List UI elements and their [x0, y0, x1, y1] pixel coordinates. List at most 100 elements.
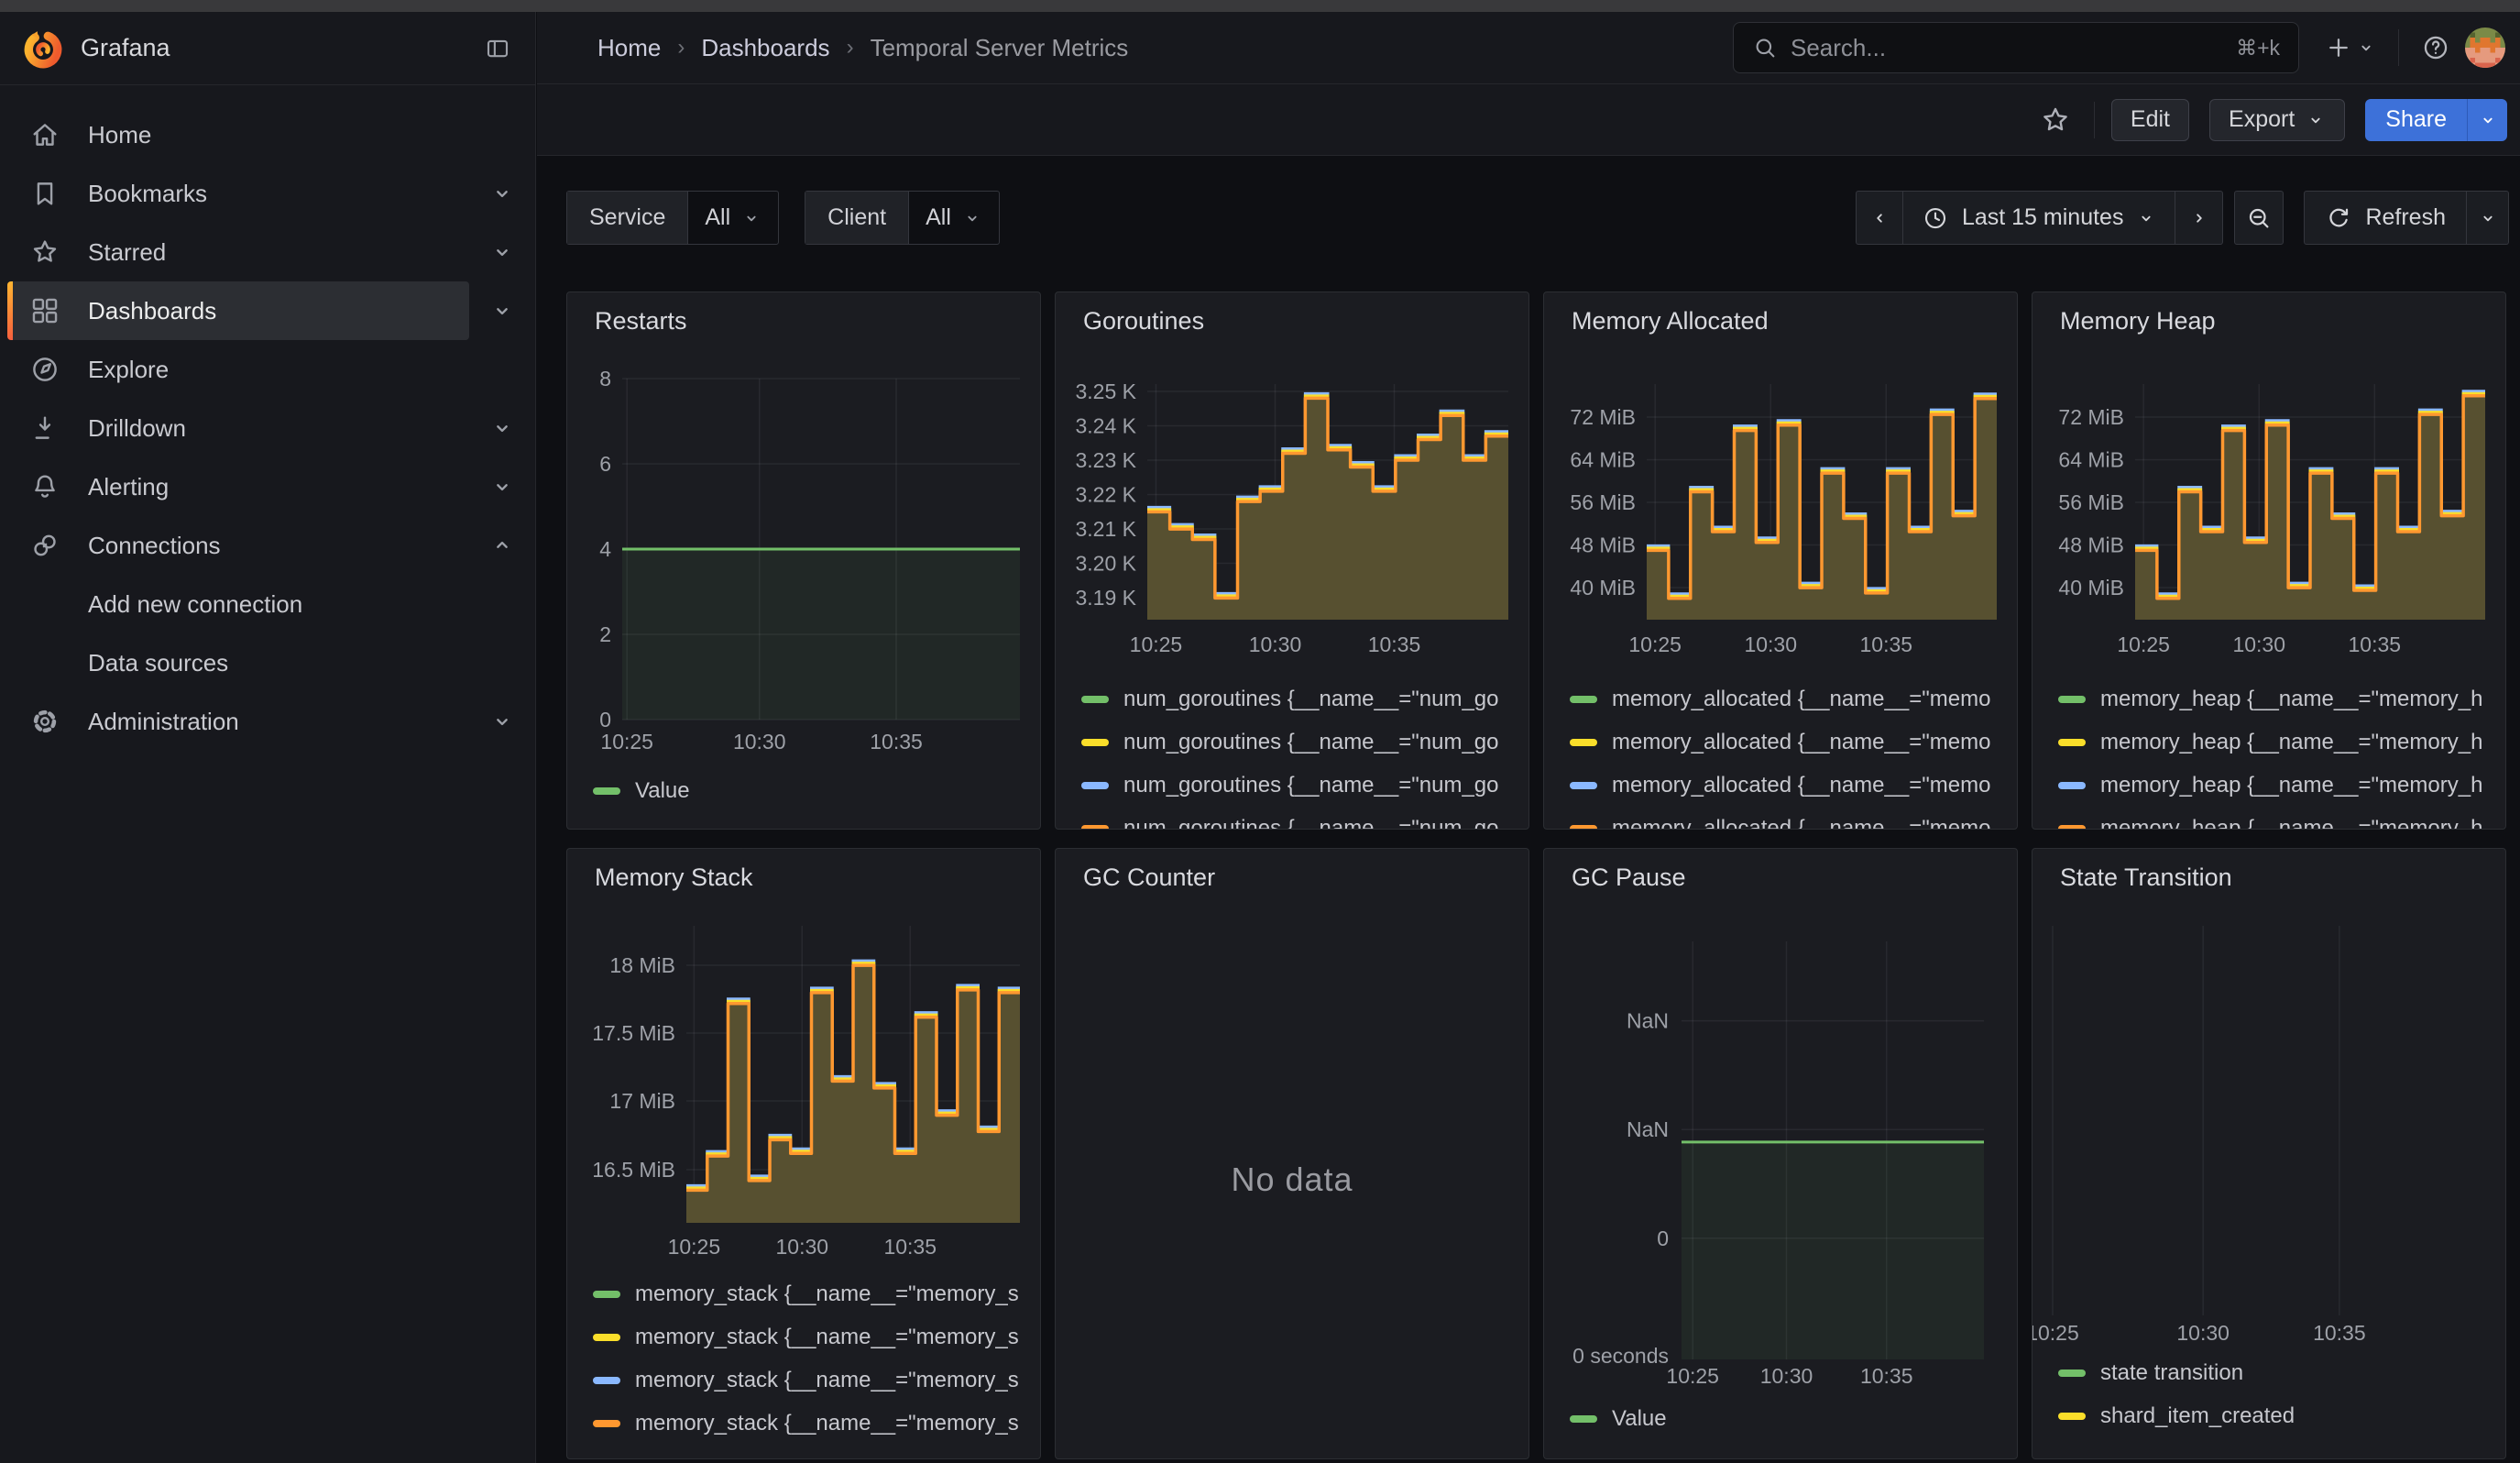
legend-item[interactable]: shard_item_created — [2058, 1394, 2505, 1437]
panel-memory-allocated: Memory Allocated 10:2510:3010:3572 MiB64… — [1543, 292, 2018, 830]
legend-item[interactable]: memory_allocated {__name__="memo — [1570, 720, 2017, 764]
export-button[interactable]: Export — [2209, 99, 2345, 141]
sidebar-item-administration-toggle[interactable] — [489, 709, 515, 734]
zoom-out-button[interactable] — [2234, 191, 2284, 245]
panel-memory-stack: Memory Stack 10:2510:3010:3518 MiB17.5 M… — [566, 848, 1041, 1459]
sidebar-item-connections-toggle[interactable] — [489, 533, 515, 558]
x-tick-label: 10:35 — [1860, 1364, 1913, 1388]
grafana-logo-icon[interactable] — [22, 28, 64, 70]
legend-item[interactable]: memory_allocated {__name__="memo — [1570, 807, 2017, 830]
search-input[interactable]: Search... ⌘+k — [1733, 22, 2299, 73]
client-filter[interactable]: Client All — [805, 191, 1000, 245]
legend-item[interactable]: memory_stack {__name__="memory_s — [593, 1272, 1040, 1315]
legend-item[interactable]: memory_allocated {__name__="memo — [1570, 764, 2017, 807]
legend-label: memory_allocated {__name__="memo — [1612, 730, 1990, 755]
help-button[interactable] — [2416, 28, 2456, 68]
sidebar-item-dashboards[interactable]: Dashboards — [7, 281, 469, 340]
chevron-right-icon — [2189, 208, 2209, 228]
sidebar-item-connections[interactable]: Connections — [7, 516, 469, 575]
legend-item[interactable]: memory_allocated {__name__="memo — [1570, 677, 2017, 720]
sidebar-item-label: Bookmarks — [88, 180, 207, 208]
service-filter-label: Service — [567, 192, 688, 244]
sidebar-item-data-sources[interactable]: Data sources — [7, 633, 469, 692]
sidebar-item-add-new-connection[interactable]: Add new connection — [7, 575, 469, 633]
y-tick-label: 40 MiB — [1570, 576, 1636, 600]
sidebar-item-explore[interactable]: Explore — [7, 340, 469, 399]
sidebar-item-starred-toggle[interactable] — [489, 239, 515, 265]
sidebar-item-bookmarks-toggle[interactable] — [489, 181, 515, 206]
legend-item[interactable]: Value — [593, 769, 1040, 812]
gc-pause-chart[interactable]: 10:2510:3010:35NaNNaN00 seconds — [1544, 849, 2017, 1458]
favorite-star-button[interactable] — [2033, 98, 2077, 142]
divider — [2094, 102, 2095, 138]
app-title: Grafana — [81, 34, 484, 62]
share-menu-button[interactable] — [2467, 99, 2507, 141]
legend-item[interactable]: memory_stack {__name__="memory_s — [593, 1315, 1040, 1358]
y-tick-label: 64 MiB — [2058, 448, 2124, 472]
sidebar-item-label: Data sources — [88, 649, 228, 677]
time-range-picker[interactable]: Last 15 minutes — [1903, 191, 2176, 245]
dock-sidebar-icon[interactable] — [484, 35, 511, 62]
user-avatar[interactable] — [2465, 28, 2505, 68]
legend-item[interactable]: num_goroutines {__name__="num_go — [1081, 807, 1528, 830]
legend-item[interactable]: num_goroutines {__name__="num_go — [1081, 677, 1528, 720]
sidebar-item-dashboards-toggle[interactable] — [489, 298, 515, 324]
legend-label: shard_item_created — [2100, 1403, 2295, 1429]
legend-item[interactable]: memory_stack {__name__="memory_s — [593, 1358, 1040, 1402]
legend-color-marker — [2058, 782, 2086, 789]
sidebar-item-home[interactable]: Home — [7, 105, 469, 164]
x-tick-label: 10:35 — [883, 1235, 937, 1259]
legend-item[interactable]: memory_heap {__name__="memory_h — [2058, 807, 2505, 830]
search-shortcut: ⌘+k — [2236, 36, 2280, 60]
sidebar-item-label: Drilldown — [88, 414, 186, 443]
zoom-out-icon — [2245, 204, 2273, 232]
edit-button[interactable]: Edit — [2111, 99, 2189, 141]
legend-color-marker — [1570, 1415, 1597, 1423]
sidebar-item-bookmarks[interactable]: Bookmarks — [7, 164, 469, 223]
panel-gc-counter: GC Counter No data — [1055, 848, 1529, 1459]
refresh-interval-button[interactable] — [2467, 191, 2509, 245]
time-shift-forward-button[interactable] — [2175, 191, 2223, 245]
legend-color-marker — [1570, 696, 1597, 703]
sidebar: Grafana Home Bookmarks Starred Dashboards Ex… — [0, 12, 536, 1463]
y-tick-label: 3.24 K — [1076, 414, 1137, 438]
y-tick-label: 56 MiB — [2058, 490, 2124, 514]
sidebar-item-administration[interactable]: Administration — [7, 692, 469, 751]
add-new-button[interactable] — [2319, 28, 2382, 67]
panel-gc-pause: GC Pause 10:2510:3010:35NaNNaN00 seconds… — [1543, 848, 2018, 1459]
legend-item[interactable]: state transition — [2058, 1351, 2505, 1394]
goroutines-legend: num_goroutines {__name__="num_gonum_goro… — [1056, 677, 1528, 830]
y-tick-label: 3.25 K — [1076, 380, 1137, 403]
y-tick-label: 72 MiB — [2058, 405, 2124, 429]
sidebar-item-starred[interactable]: Starred — [7, 223, 469, 281]
breadcrumb-item-dashboards[interactable]: Dashboards — [701, 34, 829, 62]
sidebar-item-alerting-toggle[interactable] — [489, 474, 515, 500]
legend-color-marker — [1081, 825, 1109, 830]
chevron-down-icon — [2306, 110, 2326, 130]
client-filter-label: Client — [805, 192, 909, 244]
legend-item[interactable]: memory_heap {__name__="memory_h — [2058, 764, 2505, 807]
x-tick-label: 10:35 — [1368, 632, 1421, 656]
share-button[interactable]: Share — [2365, 99, 2467, 141]
legend-item[interactable]: memory_heap {__name__="memory_h — [2058, 720, 2505, 764]
refresh-button[interactable]: Refresh — [2304, 191, 2467, 245]
restarts-chart[interactable]: 10:2510:3010:3586420 — [567, 292, 1040, 829]
legend-item[interactable]: num_goroutines {__name__="num_go — [1081, 764, 1528, 807]
legend-item[interactable]: memory_stack {__name__="memory_s — [593, 1402, 1040, 1445]
chevron-down-icon — [2136, 208, 2156, 228]
service-filter[interactable]: Service All — [566, 191, 779, 245]
legend-item[interactable]: Value — [1570, 1397, 2017, 1440]
legend-item[interactable]: num_goroutines {__name__="num_go — [1081, 720, 1528, 764]
panel-title[interactable]: GC Counter — [1083, 864, 1215, 892]
time-shift-back-button[interactable] — [1856, 191, 1903, 245]
legend-item[interactable]: memory_heap {__name__="memory_h — [2058, 677, 2505, 720]
sidebar-item-label: Dashboards — [88, 297, 216, 325]
breadcrumb-item-home[interactable]: Home — [597, 34, 661, 62]
sidebar-item-drilldown-toggle[interactable] — [489, 415, 515, 441]
y-tick-label: 18 MiB — [609, 953, 675, 977]
x-tick-label: 10:30 — [2176, 1321, 2230, 1345]
sidebar-item-label: Alerting — [88, 473, 169, 501]
sidebar-item-drilldown[interactable]: Drilldown — [7, 399, 469, 457]
chevron-down-icon — [962, 208, 982, 228]
sidebar-item-alerting[interactable]: Alerting — [7, 457, 469, 516]
